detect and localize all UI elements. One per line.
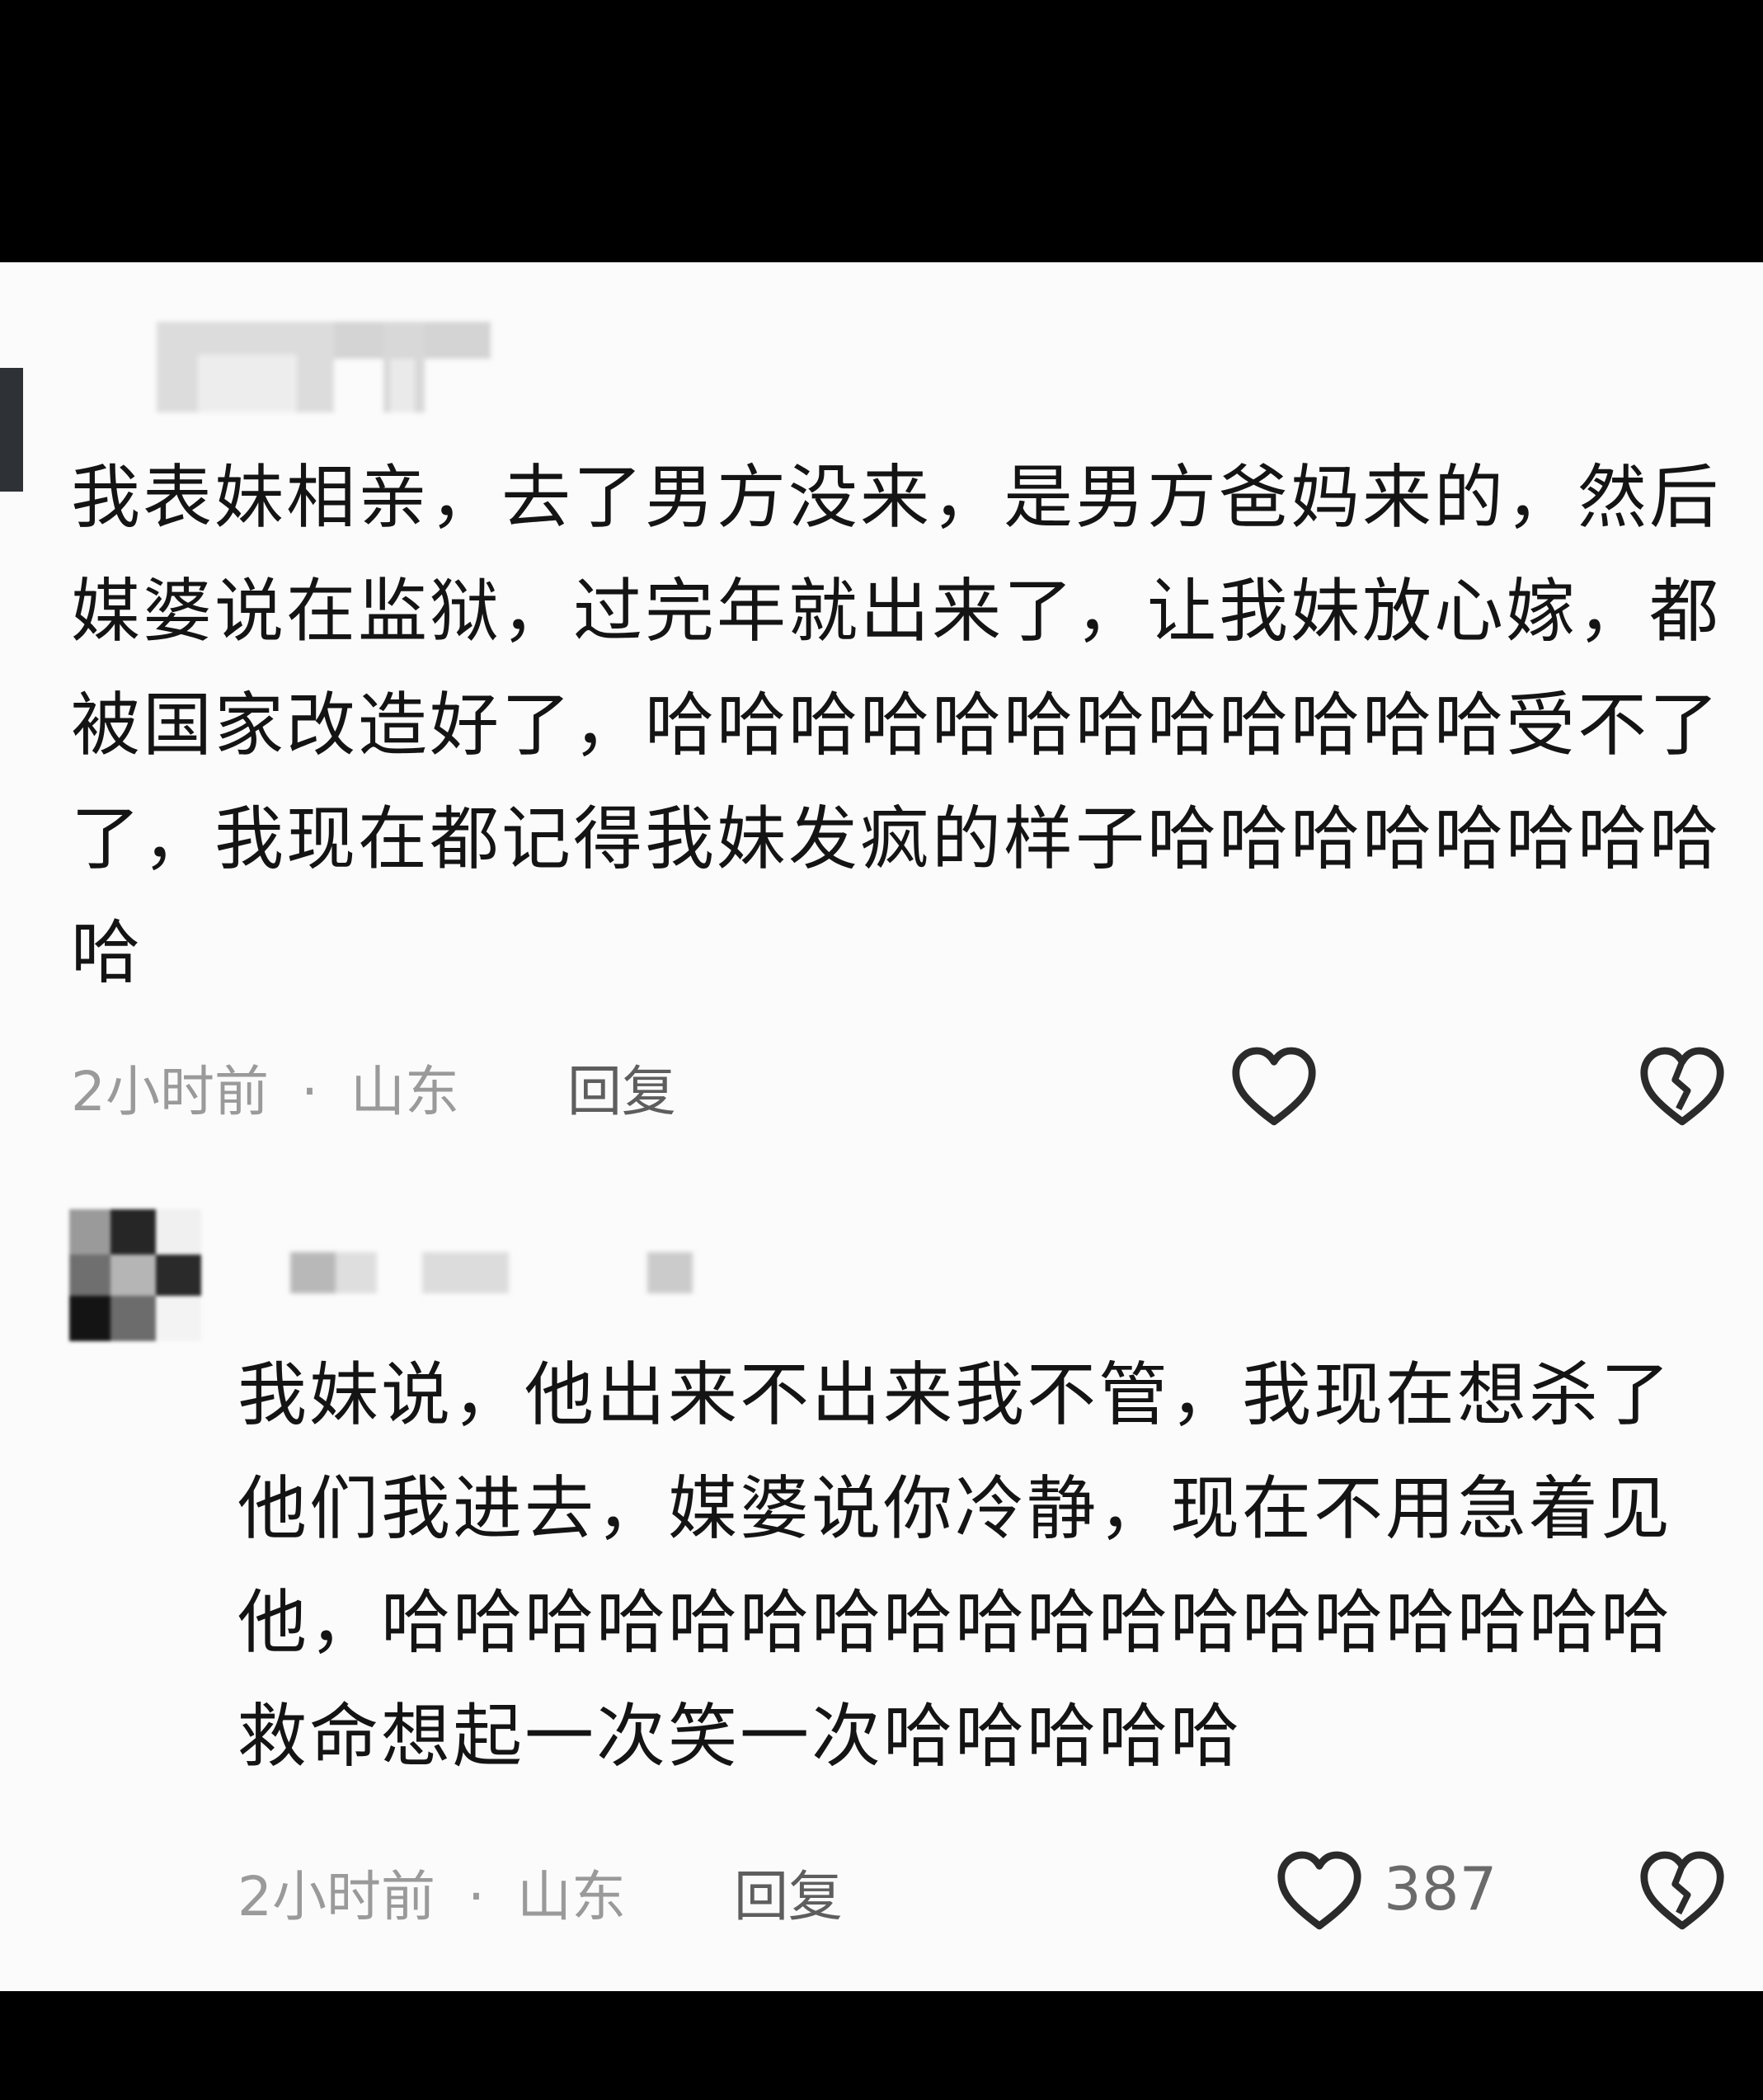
comment-location: 山东 bbox=[516, 1865, 626, 1928]
edge-fragment bbox=[0, 368, 23, 492]
meta-separator: · bbox=[300, 1060, 318, 1123]
heart-outline-icon[interactable] bbox=[1229, 1042, 1319, 1132]
heart-outline-icon[interactable] bbox=[1274, 1846, 1365, 1937]
comment-text: 我妹说，他出来不出来我不管，我现在想杀了他们我进去，媒婆说你冷静，现在不用急着见… bbox=[237, 1354, 1673, 1777]
comment-text: 我表妹相亲，去了男方没来，是男方爸妈来的，然后媒婆说在监狱，过完年就出来了，让我… bbox=[71, 457, 1722, 993]
comment-location: 山东 bbox=[350, 1060, 459, 1123]
comment-panel: 我表妹相亲，去了男方没来，是男方爸妈来的，然后媒婆说在监狱，过完年就出来了，让我… bbox=[0, 262, 1763, 1991]
reply-button[interactable]: 回复 bbox=[567, 1060, 676, 1123]
like-count: 387 bbox=[1384, 1854, 1497, 1923]
broken-heart-icon[interactable] bbox=[1637, 1042, 1728, 1132]
meta-separator: · bbox=[467, 1865, 485, 1928]
censored-username bbox=[290, 1252, 719, 1293]
censored-username bbox=[157, 322, 491, 412]
censored-avatar bbox=[69, 1209, 201, 1341]
comment-meta: 2小时前 · 山东 回复 bbox=[71, 1048, 676, 1127]
broken-heart-icon[interactable] bbox=[1637, 1846, 1728, 1937]
reply-button[interactable]: 回复 bbox=[734, 1865, 843, 1928]
comment-time: 2小时前 bbox=[237, 1865, 435, 1928]
comment-meta: 2小时前 · 山东 回复 bbox=[237, 1853, 843, 1932]
comment-time: 2小时前 bbox=[71, 1060, 269, 1123]
